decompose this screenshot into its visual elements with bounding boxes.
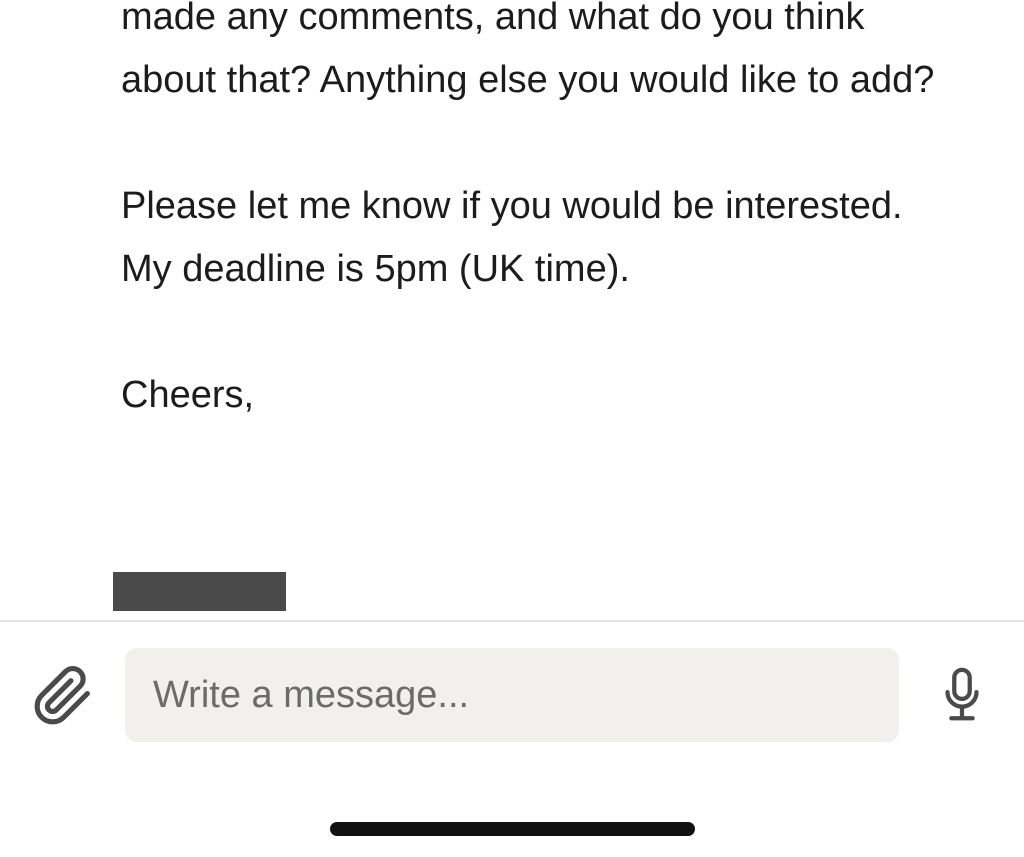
message-paragraph: made any comments, and what do you think… — [121, 0, 935, 101]
attach-button[interactable] — [28, 664, 98, 728]
composer-divider — [0, 620, 1024, 622]
message-paragraph: Please let me know if you would be inter… — [121, 185, 903, 290]
home-indicator — [330, 822, 695, 836]
microphone-icon — [945, 667, 979, 721]
mic-button[interactable] — [938, 664, 986, 726]
message-body: made any comments, and what do you think… — [121, 0, 941, 427]
paperclip-icon — [34, 666, 90, 725]
message-input[interactable] — [125, 648, 899, 742]
message-signoff: Cheers, — [121, 374, 255, 416]
redacted-signature — [113, 572, 286, 611]
